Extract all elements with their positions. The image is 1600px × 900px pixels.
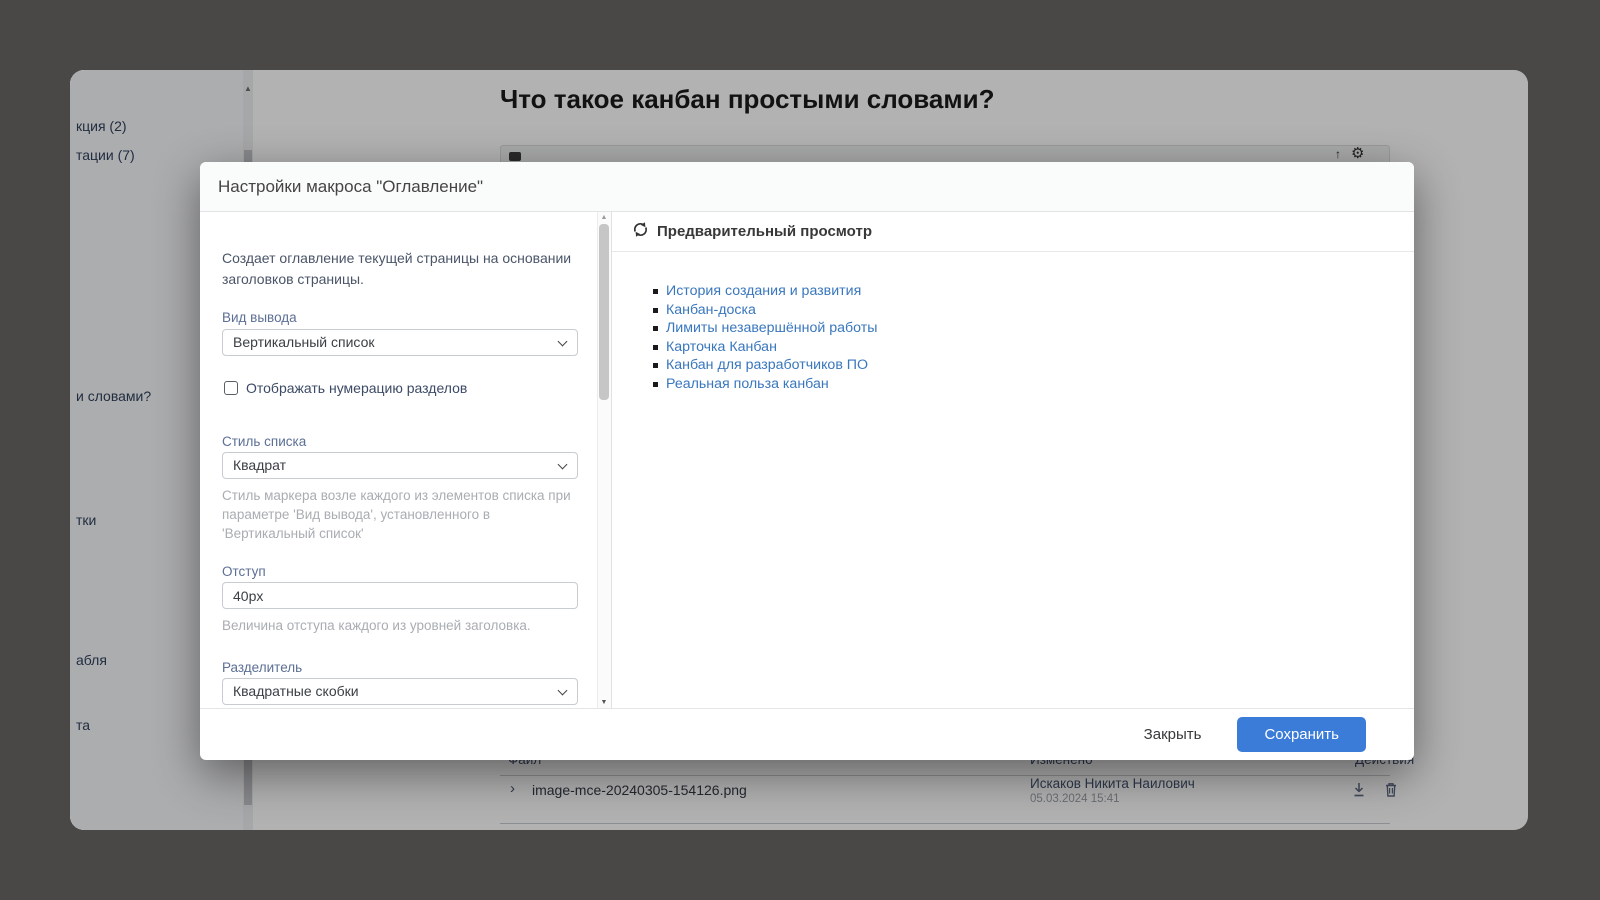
preview-header: Предварительный просмотр [612,212,1414,252]
dialog-footer: Закрыть Сохранить [200,708,1414,760]
dialog-title: Настройки макроса "Оглавление" [200,162,1414,212]
indent-help: Величина отступа каждого из уровней заго… [222,616,582,635]
macro-description: Создает оглавление текущей страницы на о… [222,248,588,290]
chevron-down-icon [558,337,568,347]
save-button[interactable]: Сохранить [1237,717,1366,752]
list-style-help: Стиль маркера возле каждого из элементов… [222,486,582,543]
chevron-down-icon [558,460,568,470]
preview-panel: Предварительный просмотр История создани… [612,212,1414,708]
form-scrollbar-thumb[interactable] [599,224,609,400]
toc-link[interactable]: Лимиты незавершённой работы [666,320,877,336]
separator-value: Квадратные скобки [233,683,359,699]
close-button[interactable]: Закрыть [1144,726,1202,743]
macro-settings-form: Создает оглавление текущей страницы на о… [200,212,612,708]
indent-input[interactable] [222,582,578,609]
list-item: Канбан для разработчиков ПО [632,356,877,375]
list-style-label: Стиль списка [222,434,306,449]
list-style-value: Квадрат [233,457,286,473]
dialog-header: Настройки макроса "Оглавление" [200,162,1414,212]
separator-label: Разделитель [222,660,302,675]
numbering-checkbox-label[interactable]: Отображать нумерацию разделов [246,380,467,396]
list-item: Реальная польза канбан [632,375,877,394]
indent-label: Отступ [222,564,266,579]
separator-select[interactable]: Квадратные скобки [222,678,578,705]
chevron-down-icon [558,686,568,696]
output-type-value: Вертикальный список [233,334,375,350]
preview-title: Предварительный просмотр [657,223,872,240]
list-item: Канбан-доска [632,301,877,320]
list-item: История создания и развития [632,282,877,301]
list-style-select[interactable]: Квадрат [222,452,578,479]
numbering-checkbox[interactable] [224,381,238,395]
output-type-label: Вид вывода [222,310,297,325]
toc-link[interactable]: Канбан-доска [666,302,756,318]
list-item: Карточка Канбан [632,338,877,357]
toc-link[interactable]: Канбан для разработчиков ПО [666,357,868,373]
list-item: Лимиты незавершённой работы [632,319,877,338]
macro-settings-dialog: Настройки макроса "Оглавление" Создает о… [200,162,1414,760]
toc-link[interactable]: История создания и развития [666,283,861,299]
toc-link[interactable]: Реальная польза канбан [666,376,829,392]
refresh-icon[interactable] [632,221,649,243]
scroll-up-icon[interactable]: ▲ [597,214,611,221]
scroll-down-icon[interactable]: ▼ [597,699,611,706]
output-type-select[interactable]: Вертикальный список [222,329,578,356]
toc-link[interactable]: Карточка Канбан [666,339,777,355]
toc-preview-list: История создания и развития Канбан-доска… [632,282,877,394]
